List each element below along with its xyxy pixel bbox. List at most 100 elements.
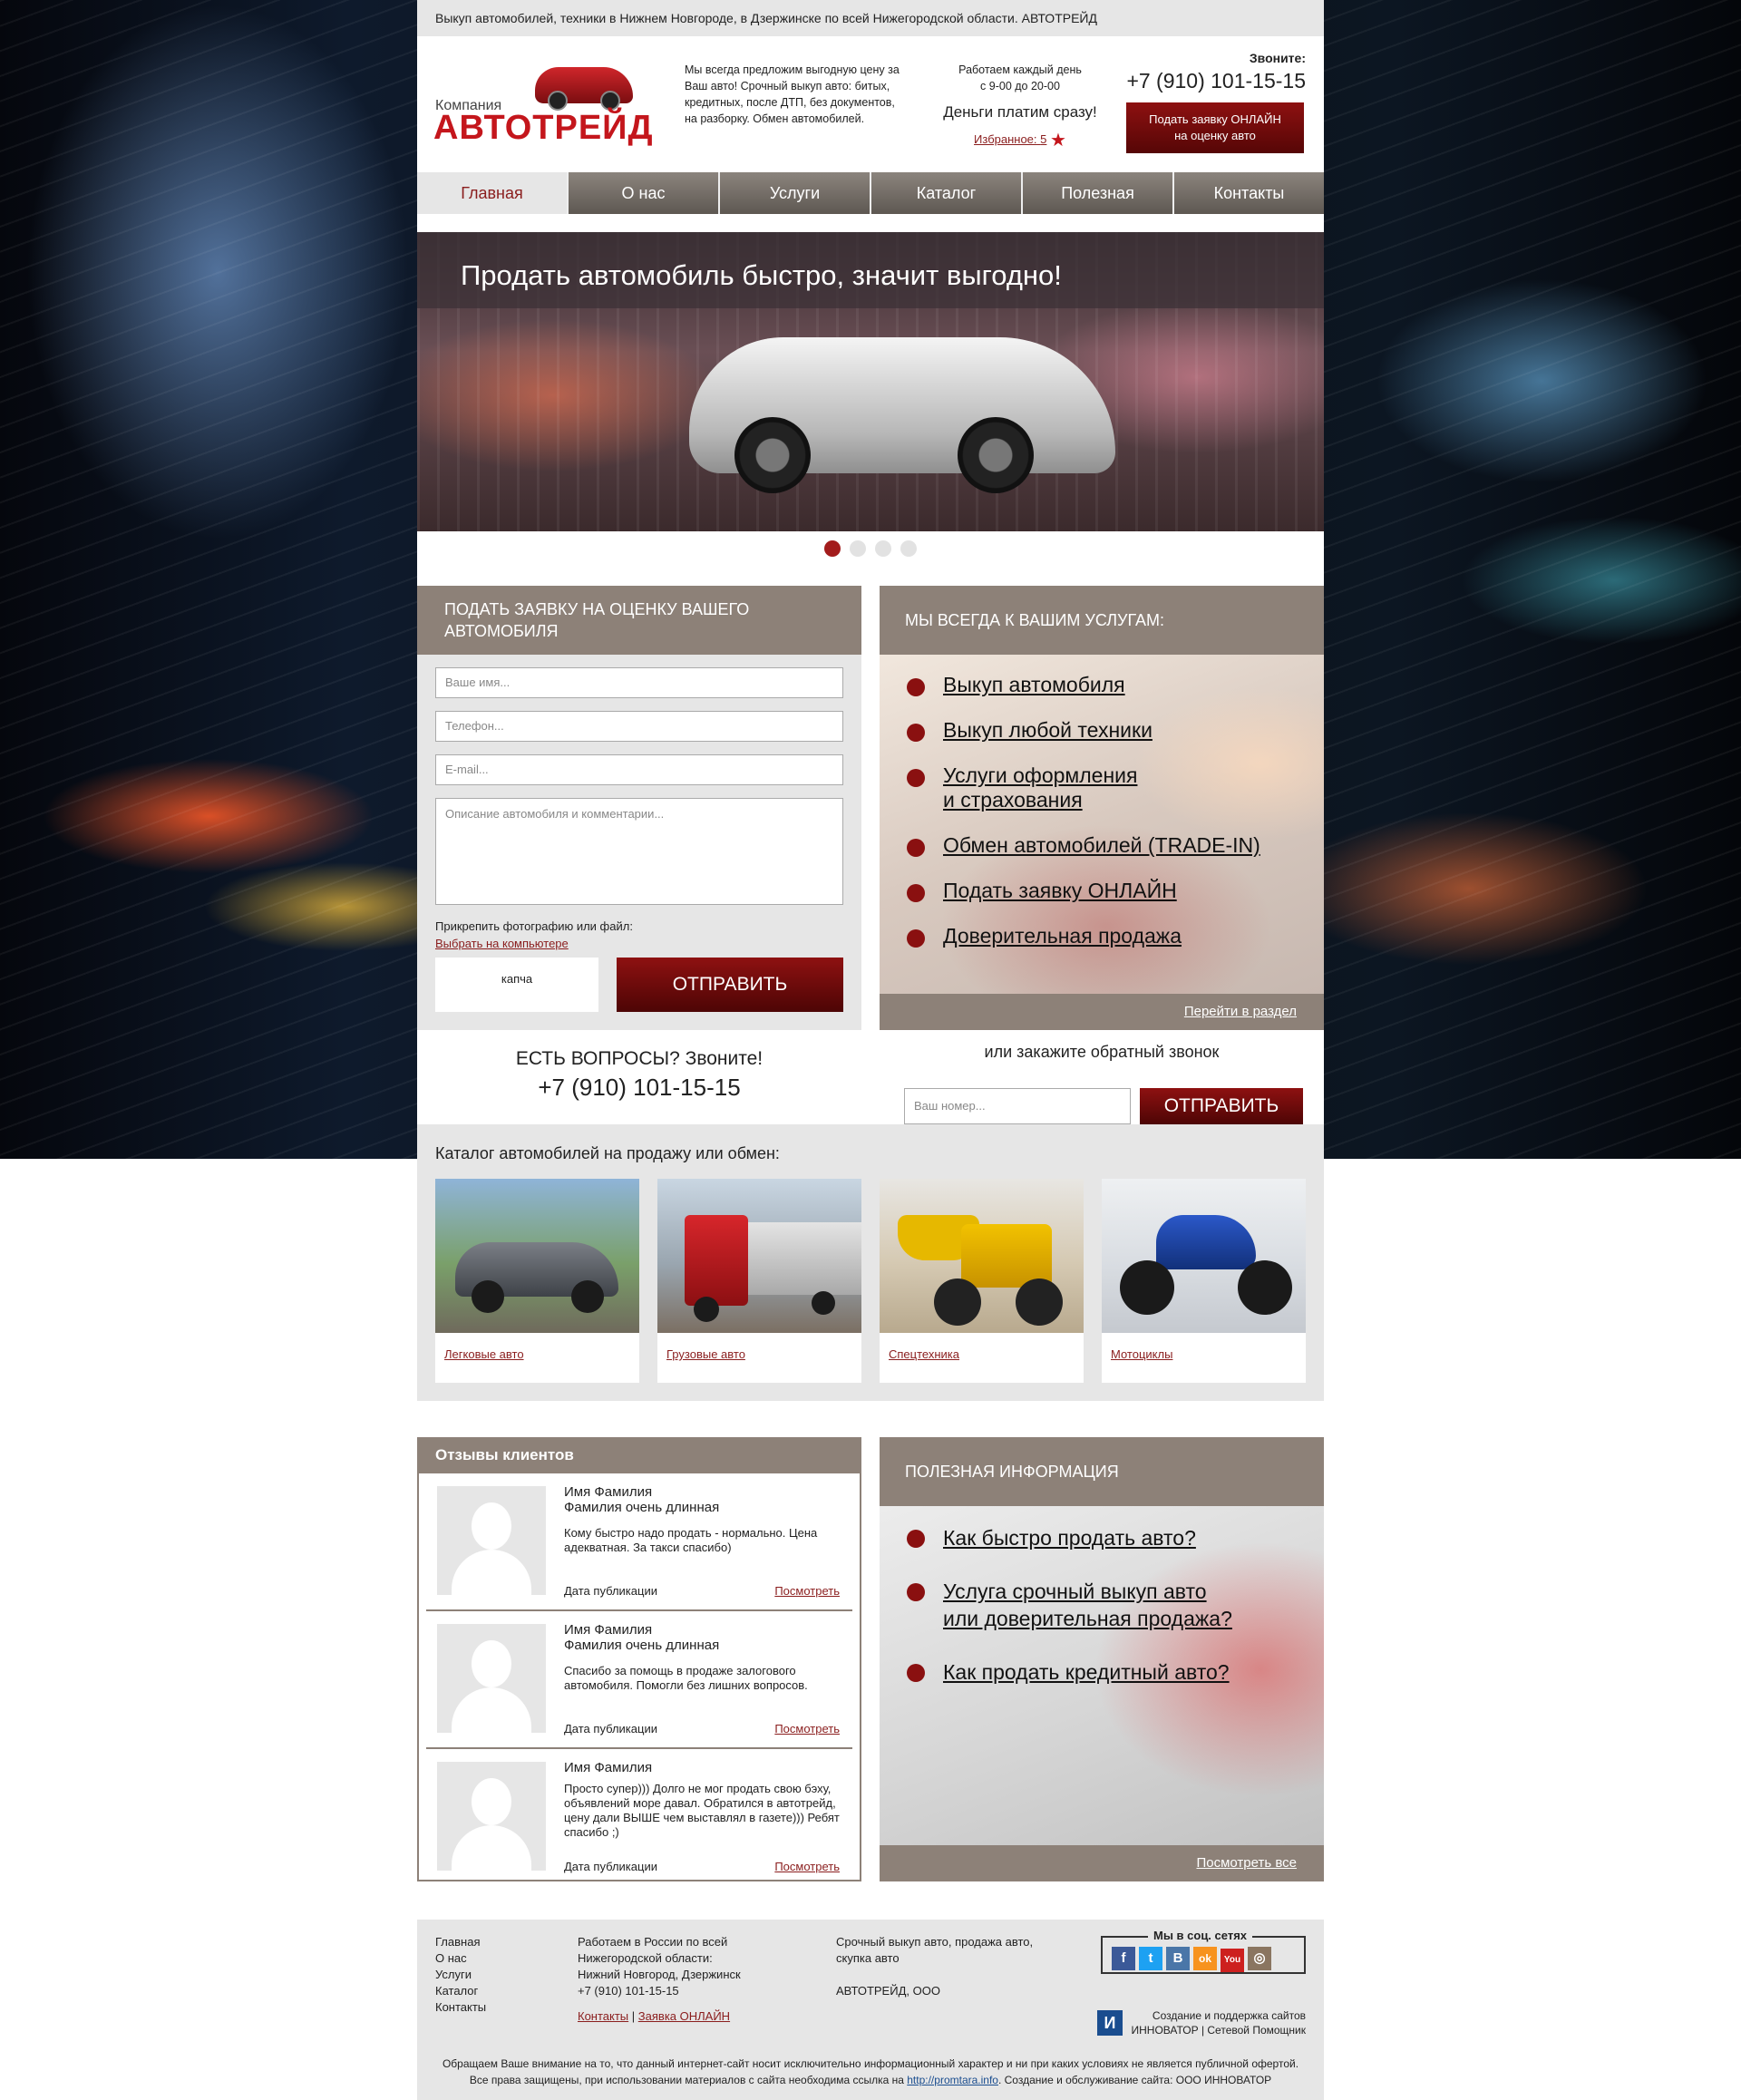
useful-title: ПОЛЕЗНАЯ ИНФОРМАЦИЯ	[880, 1437, 1324, 1506]
review-more-link[interactable]: Посмотреть	[774, 1860, 840, 1873]
twitter-icon[interactable]: t	[1139, 1947, 1162, 1970]
header-schedule: Работаем каждый день с 9-00 до 20-00 Ден…	[925, 62, 1115, 151]
top-info-bar: Выкуп автомобилей, техники в Нижнем Новг…	[417, 0, 1324, 36]
header-phone: +7 (910) 101-15-15	[1126, 69, 1306, 92]
list-item: Доверительная продажа	[907, 924, 1315, 948]
footer-contacts-link[interactable]: Контакты	[578, 2009, 628, 2023]
services-list: Выкуп автомобиля Выкуп любой техники Усл…	[907, 673, 1315, 969]
service-link-trust-sale[interactable]: Доверительная продажа	[943, 924, 1182, 948]
footer-online-link[interactable]: Заявка ОНЛАЙН	[638, 2009, 730, 2023]
slider-dot-4[interactable]	[900, 540, 917, 557]
dev-line-1: Создание и поддержка сайтов	[1152, 2009, 1306, 2022]
online-request-button[interactable]: Подать заявку ОНЛАЙН на оценку авто	[1126, 102, 1304, 153]
nav-item-about[interactable]: О нас	[569, 172, 720, 214]
motorcycle-image	[1102, 1179, 1306, 1333]
avatar	[437, 1624, 546, 1733]
instagram-icon[interactable]: ◎	[1248, 1947, 1271, 1970]
service-link-online-request[interactable]: Подать заявку ОНЛАЙН	[943, 879, 1177, 902]
review-text: Кому быстро надо продать - нормально. Це…	[564, 1526, 818, 1554]
useful-link-credit-car[interactable]: Как продать кредитный авто?	[943, 1660, 1230, 1684]
review-date: Дата публикации	[564, 1722, 657, 1735]
vk-icon[interactable]: B	[1166, 1947, 1190, 1970]
footer-link-services[interactable]: Услуги	[435, 1968, 472, 1981]
social-block: Мы в соц. сетях f t Bok You ◎	[1101, 1929, 1306, 1974]
useful-link-sell-fast[interactable]: Как быстро продать авто?	[943, 1526, 1196, 1550]
catalog-link-motorcycles[interactable]: Мотоциклы	[1111, 1347, 1297, 1361]
list-item: Как быстро продать авто?	[907, 1524, 1315, 1551]
footer-link-contacts[interactable]: Контакты	[435, 2000, 486, 2014]
innovator-logo-icon: И	[1097, 2010, 1123, 2036]
questions-phone: +7 (910) 101-15-15	[538, 1074, 741, 1101]
review-author: Имя Фамилия Фамилия очень длинная	[564, 1484, 720, 1515]
call-label: Звоните:	[1249, 51, 1306, 65]
catalog-link-cars[interactable]: Легковые авто	[444, 1347, 630, 1361]
review-author: Имя Фамилия	[564, 1760, 653, 1775]
favorites-label: Избранное:	[974, 131, 1037, 146]
catalog-card-special[interactable]: Спецтехника	[880, 1179, 1084, 1383]
service-link-trade-in[interactable]: Обмен автомобилей (TRADE-IN)	[943, 833, 1260, 857]
footer-region-line: Работаем в России по всей	[578, 1935, 728, 1949]
nav-item-contacts[interactable]: Контакты	[1174, 172, 1324, 214]
youtube-icon[interactable]: You	[1221, 1949, 1244, 1972]
hero-slider: Продать автомобиль быстро, значит выгодн…	[417, 232, 1324, 531]
page-container: Выкуп автомобилей, техники в Нижнем Новг…	[417, 0, 1324, 2100]
slider-dot-2[interactable]	[850, 540, 866, 557]
nav-item-catalog[interactable]: Каталог автомобилей	[871, 172, 1023, 244]
working-hours: Работаем каждый день с 9-00 до 20-00	[958, 63, 1082, 92]
useful-link-urgent-buyout[interactable]: Услуга срочный выкуп авто или доверитель…	[943, 1580, 1232, 1630]
footer-link-catalog[interactable]: Каталог	[435, 1984, 478, 1998]
captcha-row: капча ОТПРАВИТЬ	[435, 958, 843, 1012]
catalog-link-trucks[interactable]: Грузовые авто	[666, 1347, 852, 1361]
review-more-link[interactable]: Посмотреть	[774, 1722, 840, 1735]
car-image	[435, 1179, 639, 1333]
service-link-buyout-machinery[interactable]: Выкуп любой техники	[943, 718, 1153, 742]
form-services-row: ПОДАТЬ ЗАЯВКУ НА ОЦЕНКУ ВАШЕГО АВТОМОБИЛ…	[417, 586, 1324, 1030]
odnoklassniki-icon[interactable]: ok	[1193, 1947, 1217, 1970]
star-icon: ★	[1050, 131, 1066, 151]
email-input[interactable]: E-mail...	[435, 754, 843, 785]
review-more-link[interactable]: Посмотреть	[774, 1584, 840, 1598]
review-item: Имя Фамилия Просто супер))) Долго не мог…	[426, 1749, 852, 1885]
legal-site-link[interactable]: http://promtara.info	[907, 2074, 998, 2086]
questions-contact: ЕСТЬ ВОПРОСЫ? Звоните! +7 (910) 101-15-1…	[417, 1048, 861, 1102]
phone-input[interactable]: Телефон...	[435, 711, 843, 742]
social-icons: f t Bok You ◎	[1112, 1947, 1275, 1972]
footer-link-home[interactable]: Главная	[435, 1935, 480, 1949]
review-item: Имя Фамилия Фамилия очень длинная Кому б…	[426, 1473, 852, 1611]
developer-credit[interactable]: И Создание и поддержка сайтов ИННОВАТОР …	[1097, 2008, 1306, 2041]
nav-item-services[interactable]: Услуги	[720, 172, 871, 214]
service-link-registration[interactable]: Услуги оформления и страхования	[943, 763, 1137, 812]
choose-file-link[interactable]: Выбрать на компьютере	[435, 937, 843, 950]
footer-link-about[interactable]: О нас	[435, 1951, 467, 1965]
favorites-link[interactable]: Избранное: 5	[974, 132, 1046, 146]
list-item: Услуга срочный выкуп авто или доверитель…	[907, 1578, 1315, 1632]
legal-notice: Обращаем Ваше внимание на то, что данный…	[417, 2056, 1324, 2088]
callback-submit-button[interactable]: ОТПРАВИТЬ	[1140, 1088, 1303, 1124]
catalog-card-cars[interactable]: Легковые авто	[435, 1179, 639, 1383]
catalog-link-special[interactable]: Спецтехника	[889, 1347, 1075, 1361]
list-item: Как продать кредитный авто?	[907, 1658, 1315, 1686]
slider-dot-1[interactable]	[824, 540, 841, 557]
footer-phone: +7 (910) 101-15-15	[578, 1984, 679, 1998]
nav-item-useful-info[interactable]: Полезная информация	[1023, 172, 1174, 244]
nav-item-home[interactable]: Главная	[417, 172, 569, 214]
form-submit-button[interactable]: ОТПРАВИТЬ	[617, 958, 843, 1012]
catalog-card-trucks[interactable]: Грузовые авто	[657, 1179, 861, 1383]
list-item: Выкуп любой техники	[907, 718, 1315, 743]
captcha[interactable]: капча	[435, 958, 598, 1012]
logo[interactable]: Компания АВТОТРЕЙД	[433, 62, 653, 147]
review-item: Имя Фамилия Фамилия очень длинная Спасиб…	[426, 1611, 852, 1749]
services-more-link[interactable]: Перейти в раздел	[1184, 1004, 1297, 1019]
footer-nav: Главная О нас Услуги Каталог Контакты	[435, 1934, 486, 2016]
service-link-buyout-car[interactable]: Выкуп автомобиля	[943, 673, 1125, 696]
catalog-card-motorcycles[interactable]: Мотоциклы	[1102, 1179, 1306, 1383]
logo-car-icon	[535, 67, 633, 111]
name-input[interactable]: Ваше имя...	[435, 667, 843, 698]
slider-dot-3[interactable]	[875, 540, 891, 557]
useful-more-link[interactable]: Посмотреть все	[1196, 1855, 1297, 1871]
callback-number-input[interactable]: Ваш номер...	[904, 1088, 1131, 1124]
favorites[interactable]: Избранное: 5 ★	[925, 129, 1115, 151]
comment-textarea[interactable]: Описание автомобиля и комментарии...	[435, 798, 843, 905]
social-title: Мы в соц. сетях	[1148, 1929, 1253, 1942]
facebook-icon[interactable]: f	[1112, 1947, 1135, 1970]
